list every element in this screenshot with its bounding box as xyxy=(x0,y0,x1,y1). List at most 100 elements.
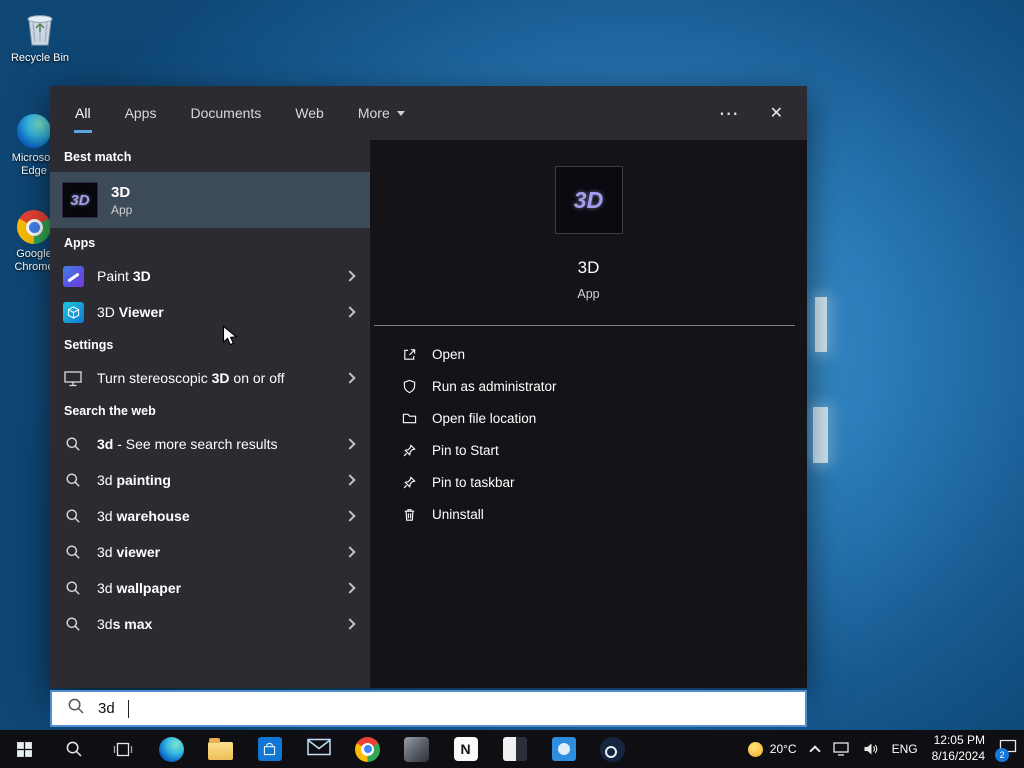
recycle-bin-icon xyxy=(21,8,59,48)
action-pin-to-start[interactable]: Pin to Start xyxy=(400,434,807,466)
edge-icon xyxy=(17,114,51,148)
web-suggestion[interactable]: 3ds max xyxy=(50,606,370,642)
taskbar-chrome[interactable] xyxy=(343,730,392,768)
search-filter-tabs: All Apps Documents Web More ⋯ ✕ xyxy=(50,86,807,140)
notification-badge: 2 xyxy=(995,748,1009,762)
search-icon xyxy=(62,505,84,527)
task-view-button[interactable] xyxy=(98,730,147,768)
start-button[interactable] xyxy=(0,730,49,768)
search-icon xyxy=(62,613,84,635)
3d-app-icon-large: 3D xyxy=(554,166,623,234)
result-stereoscopic-setting[interactable]: Turn stereoscopic 3D on or off xyxy=(50,360,370,396)
section-header-best-match: Best match xyxy=(64,150,132,164)
desktop-icon-recycle-bin[interactable]: Recycle Bin xyxy=(8,8,72,65)
search-icon xyxy=(62,469,84,491)
tab-web[interactable]: Web xyxy=(294,101,325,125)
web-suggestion[interactable]: 3d warehouse xyxy=(50,498,370,534)
close-icon[interactable]: ✕ xyxy=(770,103,783,123)
volume-control[interactable] xyxy=(856,730,885,768)
result-preview-pane: 3D 3D App Open Run as administrator Open… xyxy=(370,140,807,688)
weather-widget[interactable]: 20°C xyxy=(741,730,804,768)
taskbar-app-2[interactable] xyxy=(490,730,539,768)
chevron-right-icon[interactable] xyxy=(344,582,356,594)
text-caret xyxy=(127,699,129,718)
chevron-right-icon[interactable] xyxy=(344,510,356,522)
network-icon xyxy=(832,742,849,756)
web-suggestion[interactable]: 3d viewer xyxy=(50,534,370,570)
store-icon xyxy=(257,737,282,761)
clock[interactable]: 12:05 PM 8/16/2024 xyxy=(925,730,992,768)
app-icon xyxy=(404,736,429,762)
taskbar-edge[interactable] xyxy=(147,730,196,768)
search-results-list: Best match 3D 3D App Apps Paint 3D 3D Vi… xyxy=(50,140,370,688)
chevron-right-icon[interactable] xyxy=(344,618,356,630)
web-suggestion[interactable]: 3d - See more search results xyxy=(50,426,370,462)
best-match-subtitle: App xyxy=(111,202,133,217)
action-center[interactable]: 2 xyxy=(992,730,1024,768)
3d-viewer-icon xyxy=(62,301,84,323)
3d-app-icon: 3D xyxy=(62,182,98,218)
best-match-result[interactable]: 3D 3D App xyxy=(50,172,370,228)
system-tray: 20°C ENG 12:05 PM 8/16/2024 2 xyxy=(741,730,1024,768)
taskbar-search-button[interactable] xyxy=(49,730,98,768)
chevron-right-icon[interactable] xyxy=(344,306,356,318)
tab-documents[interactable]: Documents xyxy=(189,101,262,125)
pin-icon xyxy=(400,441,418,459)
taskbar-steam[interactable] xyxy=(588,730,637,768)
desktop-icon-label: Recycle Bin xyxy=(10,52,70,64)
notion-icon: N xyxy=(453,737,478,761)
web-suggestion[interactable]: 3d painting xyxy=(50,462,370,498)
result-paint-3d[interactable]: Paint 3D xyxy=(50,258,370,294)
action-uninstall[interactable]: Uninstall xyxy=(400,498,807,530)
search-input[interactable]: 3d xyxy=(50,690,807,727)
mouse-cursor xyxy=(222,325,239,353)
taskbar-file-explorer[interactable] xyxy=(196,730,245,768)
chevron-right-icon[interactable] xyxy=(344,546,356,558)
wallpaper-light-streak xyxy=(815,297,827,352)
language-indicator[interactable]: ENG xyxy=(885,730,925,768)
section-header-apps: Apps xyxy=(64,236,96,250)
wallpaper-light-streak xyxy=(813,407,828,463)
app-icon xyxy=(502,737,527,761)
edge-icon xyxy=(159,736,184,762)
file-explorer-icon xyxy=(208,737,233,760)
taskbar-app-3[interactable] xyxy=(539,730,588,768)
taskbar: N 20°C ENG 12:05 PM 8/16/2024 2 xyxy=(0,730,1024,768)
chevron-right-icon[interactable] xyxy=(344,474,356,486)
mail-icon xyxy=(306,738,331,761)
sun-icon xyxy=(747,741,763,757)
search-query-text: 3d xyxy=(98,700,115,717)
taskbar-mail[interactable] xyxy=(294,730,343,768)
search-icon xyxy=(67,697,85,720)
context-actions: Open Run as administrator Open file loca… xyxy=(370,338,807,530)
section-header-settings: Settings xyxy=(64,338,114,352)
more-options-icon[interactable]: ⋯ xyxy=(719,101,740,126)
pin-icon xyxy=(400,473,418,491)
action-pin-to-taskbar[interactable]: Pin to taskbar xyxy=(400,466,807,498)
divider xyxy=(374,325,795,326)
taskbar-store[interactable] xyxy=(245,730,294,768)
tab-all[interactable]: All xyxy=(74,101,92,133)
web-suggestion[interactable]: 3d wallpaper xyxy=(50,570,370,606)
tab-apps[interactable]: Apps xyxy=(124,101,158,125)
action-open-file-location[interactable]: Open file location xyxy=(400,402,807,434)
taskbar-notion[interactable]: N xyxy=(441,730,490,768)
chevron-right-icon[interactable] xyxy=(344,438,356,450)
app-icon xyxy=(551,737,576,761)
show-hidden-icons[interactable] xyxy=(804,730,826,768)
paint-3d-icon xyxy=(62,265,84,287)
search-flyout: All Apps Documents Web More ⋯ ✕ Best mat… xyxy=(50,86,807,688)
result-3d-viewer[interactable]: 3D Viewer xyxy=(50,294,370,330)
action-open[interactable]: Open xyxy=(400,338,807,370)
shield-icon xyxy=(400,377,418,395)
chevron-right-icon[interactable] xyxy=(344,372,356,384)
action-run-as-administrator[interactable]: Run as administrator xyxy=(400,370,807,402)
tab-more[interactable]: More xyxy=(357,101,406,125)
chevron-right-icon[interactable] xyxy=(344,270,356,282)
open-icon xyxy=(400,345,418,363)
section-header-search-web: Search the web xyxy=(64,404,156,418)
network-status[interactable] xyxy=(826,730,856,768)
best-match-title: 3D xyxy=(111,183,131,201)
monitor-icon xyxy=(62,367,84,389)
taskbar-app-1[interactable] xyxy=(392,730,441,768)
